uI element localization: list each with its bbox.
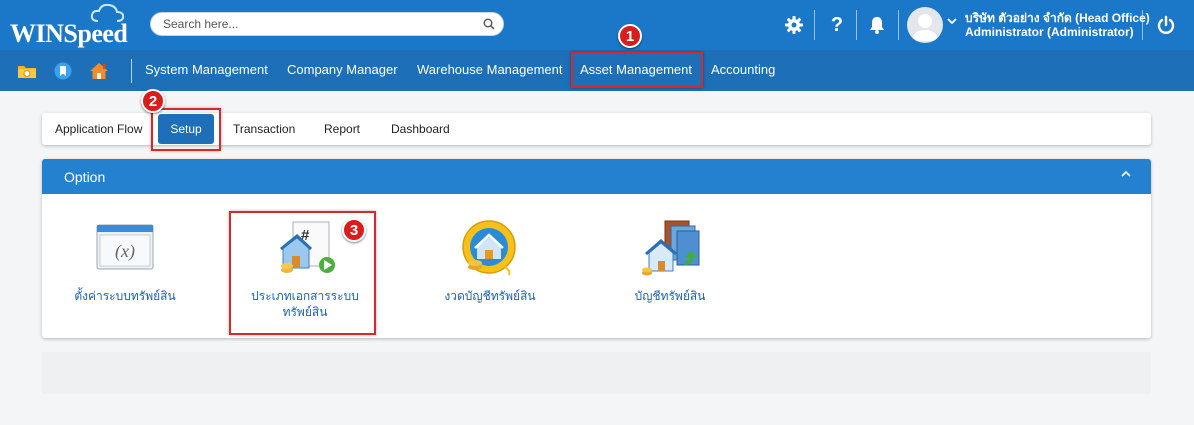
menu-system-management[interactable]: System Management <box>145 62 268 77</box>
gear-icon[interactable] <box>782 13 806 37</box>
svg-text:(x): (x) <box>115 241 135 262</box>
power-icon[interactable] <box>1154 13 1178 37</box>
header-divider <box>814 10 815 40</box>
menu-accounting[interactable]: Accounting <box>711 62 775 77</box>
logo-text: WINSpeed <box>10 19 128 48</box>
search-box[interactable] <box>150 12 504 36</box>
search-icon[interactable] <box>483 18 495 30</box>
variable-window-icon: (x) <box>96 224 154 270</box>
content-footer-area <box>42 352 1151 394</box>
tab-report[interactable]: Report <box>324 122 360 136</box>
tab-dashboard[interactable]: Dashboard <box>391 122 450 136</box>
home-icon[interactable] <box>89 61 109 81</box>
asset-period-icon <box>462 220 516 276</box>
step-badge-3: 3 <box>342 218 366 242</box>
menu-divider <box>131 59 132 83</box>
header-divider <box>898 10 899 40</box>
option-panel: Option <box>42 159 1151 338</box>
highlight-asset-management <box>571 52 703 88</box>
option-label[interactable]: ตั้งค่าระบบทรัพย์สิน <box>65 288 185 304</box>
search-input[interactable] <box>163 16 473 32</box>
bookmark-icon[interactable] <box>53 61 73 81</box>
help-icon[interactable]: ? <box>825 13 849 37</box>
option-label[interactable]: งวดบัญชีทรัพย์สิน <box>430 288 550 304</box>
user-name: Administrator (Administrator) <box>965 25 1134 39</box>
option-panel-header[interactable]: Option <box>42 159 1151 194</box>
chevron-up-icon[interactable] <box>1121 170 1131 178</box>
header-divider <box>856 10 857 40</box>
step-badge-1: 1 <box>618 24 642 48</box>
header-divider <box>1142 10 1143 40</box>
top-header: WINSpeed ? <box>0 0 1194 50</box>
highlight-setup-tab <box>151 108 221 151</box>
menu-warehouse-management[interactable]: Warehouse Management <box>417 62 563 77</box>
bell-icon[interactable] <box>865 13 889 37</box>
option-label[interactable]: บัญชีทรัพย์สิน <box>610 288 730 304</box>
winspeed-logo[interactable]: WINSpeed <box>10 3 135 48</box>
tab-application-flow[interactable]: Application Flow <box>55 122 142 136</box>
avatar[interactable] <box>907 7 943 43</box>
panel-title: Option <box>64 169 106 185</box>
step-badge-2: 2 <box>141 89 165 113</box>
folder-icon[interactable] <box>17 61 37 81</box>
chevron-down-icon[interactable] <box>947 17 957 25</box>
menu-company-manager[interactable]: Company Manager <box>287 62 398 77</box>
asset-account-icon <box>642 220 700 276</box>
tab-transaction[interactable]: Transaction <box>233 122 295 136</box>
